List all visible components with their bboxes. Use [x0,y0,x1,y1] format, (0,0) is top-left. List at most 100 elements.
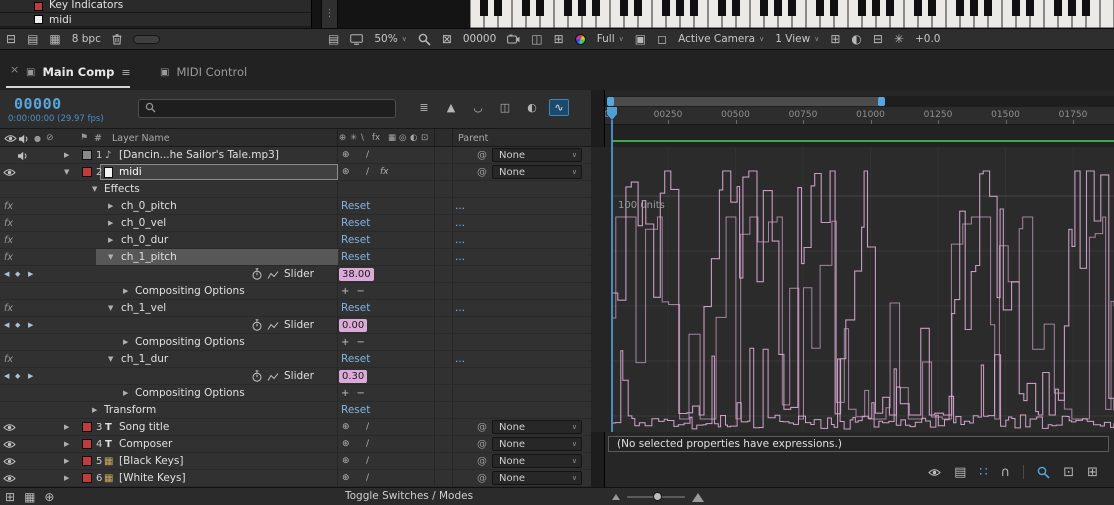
layer-name[interactable]: [Black Keys] [119,453,183,470]
zoom-out-icon[interactable] [612,494,620,500]
layer-name[interactable]: Composer [119,436,172,453]
3d-switch-icon[interactable]: ⊡ [421,129,428,148]
auto-zoom-graph-icon[interactable] [1037,466,1050,479]
slider-value[interactable]: 0.00 [339,319,368,332]
fx-switch-icon[interactable]: fx [372,129,380,148]
add-remove-input[interactable]: + − [341,385,367,402]
effect-name[interactable]: ch_0_dur [121,232,168,249]
zoom-tool-icon[interactable] [418,33,431,46]
eye-icon[interactable] [3,457,16,466]
grid-guides-icon[interactable]: ⊞ [830,33,840,45]
position-switch-icon[interactable]: ⊕ [342,419,350,436]
layer-switches-pane-icon[interactable]: ⊞ [5,491,15,503]
navigator-handle-right[interactable] [878,97,885,106]
options-ellipsis[interactable]: ... [455,300,465,317]
parent-pickwhip[interactable]: @ [477,453,487,470]
label-color-chip[interactable] [82,456,92,466]
reset-link[interactable]: Reset [341,300,370,317]
tab-midi-control[interactable]: ▣ MIDI Control [160,60,247,84]
channel-grid-icon[interactable]: ▦ [49,33,60,45]
property-name[interactable]: Slider [284,368,314,385]
slider-value[interactable]: 38.00 [339,268,374,281]
effect-expander[interactable]: ▼ [108,300,113,317]
transform-expander[interactable]: ▶ [92,402,97,419]
layer-row-3[interactable]: ▶ 3 T Song title ⊕ / @ None ∨ [0,419,591,436]
frame-blend-switch-icon[interactable]: ▦ [388,129,396,148]
fit-selection-icon[interactable]: ⊡ [1063,465,1074,480]
copts-expander[interactable]: ▶ [123,283,128,300]
group-expander[interactable]: ▼ [92,181,97,198]
layer-expander[interactable]: ▶ [64,453,69,470]
layer-row-2[interactable]: ▼ 2 midi ⊕ / fx @ None ∨ [0,164,591,181]
effect-row-ch_1_dur[interactable]: fx ▼ ch_1_dur Reset... [0,351,591,368]
group-row[interactable]: ▼ Effects [0,181,591,198]
layer-expander[interactable]: ▶ [64,470,69,487]
reset-link[interactable]: Reset [341,215,370,232]
label-color-chip[interactable] [82,167,92,177]
parent-select[interactable]: None ∨ [492,471,582,485]
eye-icon[interactable] [3,423,16,432]
work-area-bar[interactable] [612,140,1114,142]
snapshot-panel-icon[interactable]: ▤ [27,33,38,45]
quality-switch-icon[interactable]: / [366,147,369,164]
proxy-toggle[interactable] [132,34,160,44]
anchor-switch-icon[interactable]: ⊕ [339,129,346,148]
effect-expander[interactable]: ▶ [108,232,113,249]
label-color-chip[interactable] [82,439,92,449]
layer-name[interactable]: [Dancin...he Sailor's Tale.mp3] [119,147,279,164]
options-ellipsis[interactable]: ... [455,249,465,266]
transparency-grid-icon[interactable]: ⊞ [554,33,564,45]
parent-pickwhip[interactable]: @ [477,470,487,487]
time-ruler[interactable]: 0000000250005000075001000012500150001750 [605,107,1114,125]
graph-type-options-icon[interactable]: ▤ [954,465,966,480]
copts-expander[interactable]: ▶ [123,385,128,402]
parent-select[interactable]: None ∨ [492,148,582,162]
show-transform-box-icon[interactable]: ∷ [979,465,987,480]
effect-row-ch_1_pitch[interactable]: fx ▼ ch_1_pitch Reset... [0,249,591,266]
add-remove-input[interactable]: + − [341,334,367,351]
pixel-aspect-icon[interactable]: ◻ [657,33,667,45]
position-switch-icon[interactable]: ⊕ [342,436,350,453]
effect-expander[interactable]: ▶ [108,215,113,232]
audio-column-icon[interactable] [18,134,30,144]
eye-icon[interactable] [3,168,16,177]
audio-icon[interactable] [17,151,29,161]
keyframe-toggle-icon[interactable]: ◆ [15,266,20,283]
options-ellipsis[interactable]: ... [455,198,465,215]
frame-blending-icon[interactable]: ◫ [495,99,515,116]
stopwatch-icon[interactable] [252,319,262,331]
position-switch-icon[interactable]: ⊕ [342,147,350,164]
graph-editor-canvas[interactable] [591,147,1114,432]
slider-row[interactable]: ◀ ◆ ▶ Slider 0.00 [0,317,591,334]
label-color-chip[interactable] [82,422,92,432]
panel-menu-icon[interactable]: ≡ [121,66,130,79]
copts-row[interactable]: ▶ Compositing Options + − [0,334,591,351]
slider-row[interactable]: ◀ ◆ ▶ Slider 38.00 [0,266,591,283]
monitor-icon[interactable] [350,33,364,45]
motion-blur-icon[interactable]: ◐ [522,99,542,116]
draft-3d-icon[interactable]: ▲ [441,99,461,116]
graph-toggle-icon[interactable] [267,372,279,382]
camera-view-select[interactable]: Active Camera ∨ [678,33,764,45]
property-name[interactable]: Slider [284,266,314,283]
next-keyframe-icon[interactable]: ▶ [28,266,33,283]
navigator-handle-left[interactable] [607,97,614,106]
quality-switch-icon[interactable]: / [366,436,369,453]
quality-switch-icon[interactable]: / [366,164,369,181]
solo-column-icon[interactable]: ● [34,129,41,148]
copts-expander[interactable]: ▶ [123,334,128,351]
effect-expander[interactable]: ▼ [108,249,113,266]
slider-row[interactable]: ◀ ◆ ▶ Slider 0.30 [0,368,591,385]
quality-switch-icon[interactable]: / [366,470,369,487]
hide-shy-layers-icon[interactable]: ◡ [468,99,488,116]
reset-link[interactable]: Reset [341,198,370,215]
prev-keyframe-icon[interactable]: ◀ [4,266,9,283]
layer-row-5[interactable]: ▶ 5 ▦ [Black Keys] ⊕ / @ None ∨ [0,453,591,470]
copts-row[interactable]: ▶ Compositing Options + − [0,283,591,300]
transform-row[interactable]: ▶ Transform Reset [0,402,591,419]
quality-switch-icon[interactable]: / [366,453,369,470]
fit-all-graphs-icon[interactable]: ⊞ [1087,465,1098,480]
timeline-zoom-slider[interactable] [627,492,685,501]
reset-link[interactable]: Reset [341,249,370,266]
graph-editor-icon[interactable]: ∿ [549,99,569,116]
